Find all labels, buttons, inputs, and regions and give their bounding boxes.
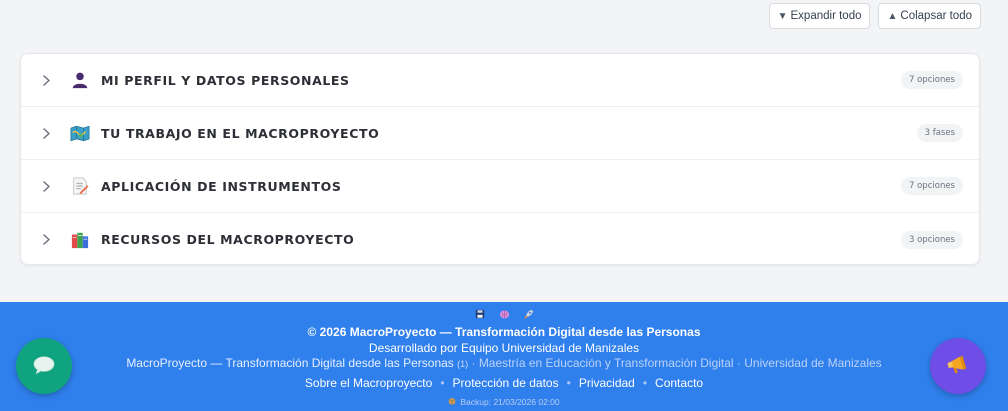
section-badge: 3 opciones bbox=[901, 230, 963, 249]
section-badge: 3 fases bbox=[916, 124, 963, 142]
triangle-down-icon: ▼ bbox=[777, 10, 788, 22]
page-footer: © 2026 MacroProyecto — Transformación Di… bbox=[0, 302, 1008, 411]
footer-icon-strip bbox=[0, 308, 1008, 320]
section-title: RECURSOS DEL MACROPROYECTO bbox=[101, 232, 355, 247]
memo-icon bbox=[69, 175, 91, 197]
announcements-button[interactable] bbox=[930, 338, 986, 394]
megaphone-icon bbox=[946, 354, 970, 379]
brain-icon bbox=[498, 308, 510, 320]
sections-accordion: MI PERFIL Y DATOS PERSONALES 7 opciones … bbox=[20, 53, 980, 265]
package-icon bbox=[448, 397, 456, 407]
collapse-all-label: Colapsar todo bbox=[900, 10, 972, 22]
chat-button[interactable] bbox=[16, 338, 72, 394]
footer-link-privacy[interactable]: Privacidad bbox=[579, 376, 635, 390]
section-title: MI PERFIL Y DATOS PERSONALES bbox=[101, 72, 350, 88]
floppy-disk-icon bbox=[474, 308, 486, 320]
section-row-instruments[interactable]: APLICACIÓN DE INSTRUMENTOS 7 opciones bbox=[21, 160, 979, 213]
section-badge: 7 opciones bbox=[901, 177, 963, 195]
section-row-profile[interactable]: MI PERFIL Y DATOS PERSONALES 7 opciones bbox=[21, 54, 979, 107]
triangle-up-icon: ▲ bbox=[887, 10, 898, 22]
footer-tagline-count: (1) bbox=[457, 359, 469, 369]
section-row-work[interactable]: TU TRABAJO EN EL MACROPROYECTO 3 fases bbox=[21, 107, 979, 160]
footer-link-data-protection[interactable]: Protección de datos bbox=[453, 376, 559, 390]
footer-developed-by: Desarrollado por Equipo Universidad de M… bbox=[368, 341, 640, 355]
chevron-right-icon bbox=[39, 233, 53, 247]
expand-all-button[interactable]: ▼ Expandir todo bbox=[768, 3, 871, 29]
collapse-all-button[interactable]: ▲ Colapsar todo bbox=[878, 3, 981, 29]
footer-links: Sobre el Macroproyecto • Protección de d… bbox=[0, 376, 1008, 390]
footer-link-separator: • bbox=[566, 376, 571, 390]
accordion-toolbar: ▼ Expandir todo ▲ Colapsar todo bbox=[768, 3, 981, 29]
footer-tagline: MacroProyecto — Transformación Digital d… bbox=[0, 356, 1008, 370]
footer-link-contact[interactable]: Contacto bbox=[655, 376, 703, 390]
footer-link-about[interactable]: Sobre el Macroproyecto bbox=[305, 376, 432, 390]
footer-link-separator: • bbox=[642, 376, 648, 390]
books-icon bbox=[69, 229, 91, 251]
section-title: APLICACIÓN DE INSTRUMENTOS bbox=[101, 178, 342, 194]
section-title: TU TRABAJO EN EL MACROPROYECTO bbox=[101, 125, 380, 141]
section-badge: 7 opciones bbox=[901, 71, 963, 89]
chevron-right-icon bbox=[39, 179, 53, 193]
chevron-right-icon bbox=[39, 73, 53, 87]
footer-link-separator: • bbox=[440, 376, 445, 390]
expand-all-label: Expandir todo bbox=[790, 10, 862, 22]
rocket-icon bbox=[522, 308, 534, 320]
chevron-right-icon bbox=[39, 126, 53, 140]
footer-tagline-rest: · Maestría en Educación y Transformación… bbox=[471, 356, 882, 370]
footer-backup-status: Backup: 21/03/2026 02:00 bbox=[0, 397, 1008, 407]
footer-copyright: © 2026 MacroProyecto — Transformación Di… bbox=[307, 325, 701, 339]
section-row-resources[interactable]: RECURSOS DEL MACROPROYECTO 3 opciones bbox=[21, 213, 979, 264]
person-icon bbox=[69, 69, 91, 91]
map-icon bbox=[69, 122, 91, 144]
footer-tagline-main: MacroProyecto — Transformación Digital d… bbox=[126, 356, 454, 370]
speech-bubble-icon bbox=[32, 355, 56, 378]
backup-text: Backup: 21/03/2026 02:00 bbox=[460, 397, 560, 407]
